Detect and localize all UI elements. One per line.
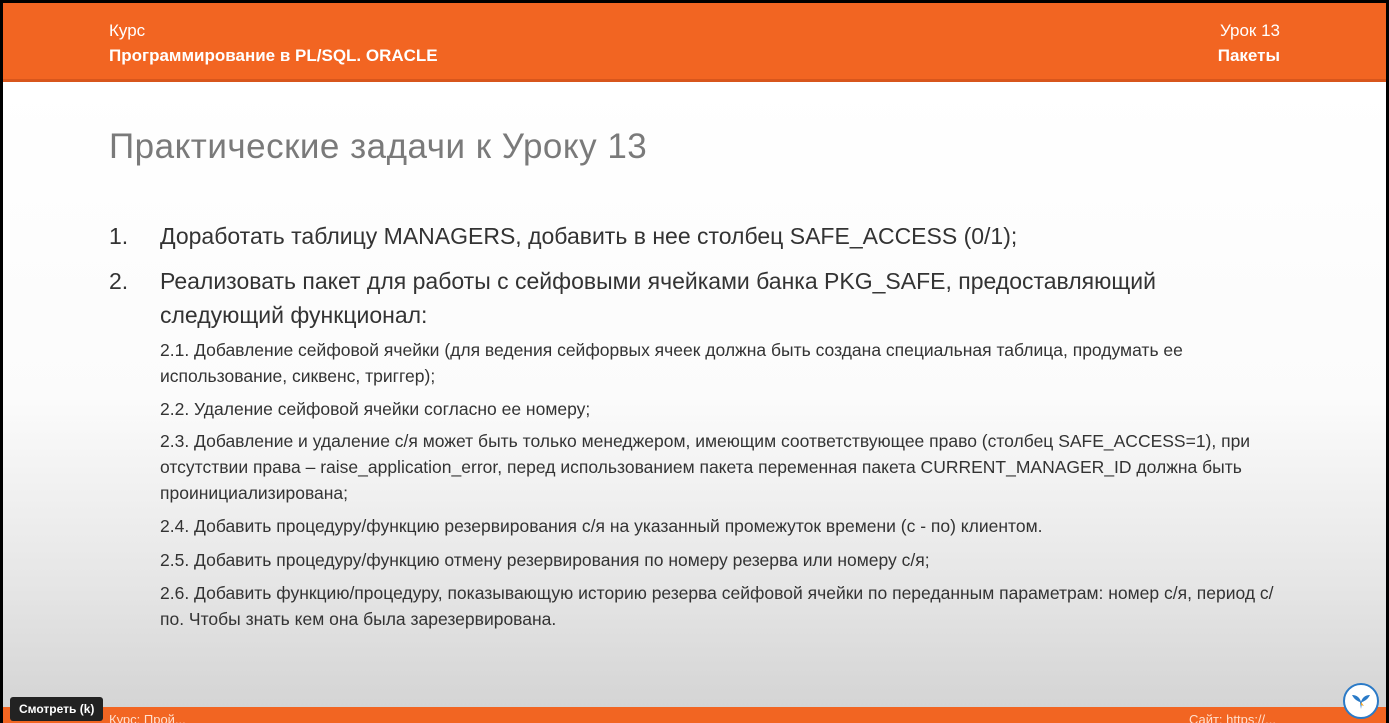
subtask-2-6: 2.6. Добавить функцию/процедуру, показыв…	[160, 583, 1274, 629]
header-bar: Курс Программирование в PL/SQL. ORACLE У…	[3, 3, 1386, 82]
footer-left-text: Курс: Прой...	[109, 712, 186, 723]
task-text: Реализовать пакет для работы с сейфовыми…	[160, 268, 1156, 328]
course-label: Курс	[109, 21, 146, 40]
lesson-label: Урок 13	[1219, 21, 1280, 40]
subtask-2-1: 2.1. Добавление сейфовой ячейки (для вед…	[160, 340, 1183, 386]
task-number: 1.	[109, 223, 129, 249]
bird-logo-icon	[1352, 695, 1370, 709]
subtask-2-4: 2.4. Добавить процедуру/функцию резервир…	[160, 516, 1043, 536]
brand-logo-icon[interactable]	[1343, 683, 1379, 719]
subtask-2-5: 2.5. Добавить процедуру/функцию отмену р…	[160, 550, 930, 570]
watch-later-button[interactable]: Смотреть (k)	[10, 697, 104, 721]
lesson-name: Пакеты	[1217, 46, 1280, 65]
subtask-2-3: 2.3. Добавление и удаление с/я может быт…	[160, 431, 1251, 503]
task-text: Доработать таблицу MANAGERS, добавить в …	[160, 223, 1018, 249]
course-name: Программирование в PL/SQL. ORACLE	[109, 46, 438, 65]
task-number: 2.	[109, 268, 129, 294]
slide-frame: Курс Программирование в PL/SQL. ORACLE У…	[3, 3, 1386, 723]
footer-bar	[3, 707, 1386, 723]
footer-right-text: Сайт: https://...	[1188, 712, 1276, 723]
subtask-2-2: 2.2. Удаление сейфовой ячейки согласно е…	[160, 399, 591, 419]
slide-title: Практические задачи к Уроку 13	[109, 127, 648, 166]
